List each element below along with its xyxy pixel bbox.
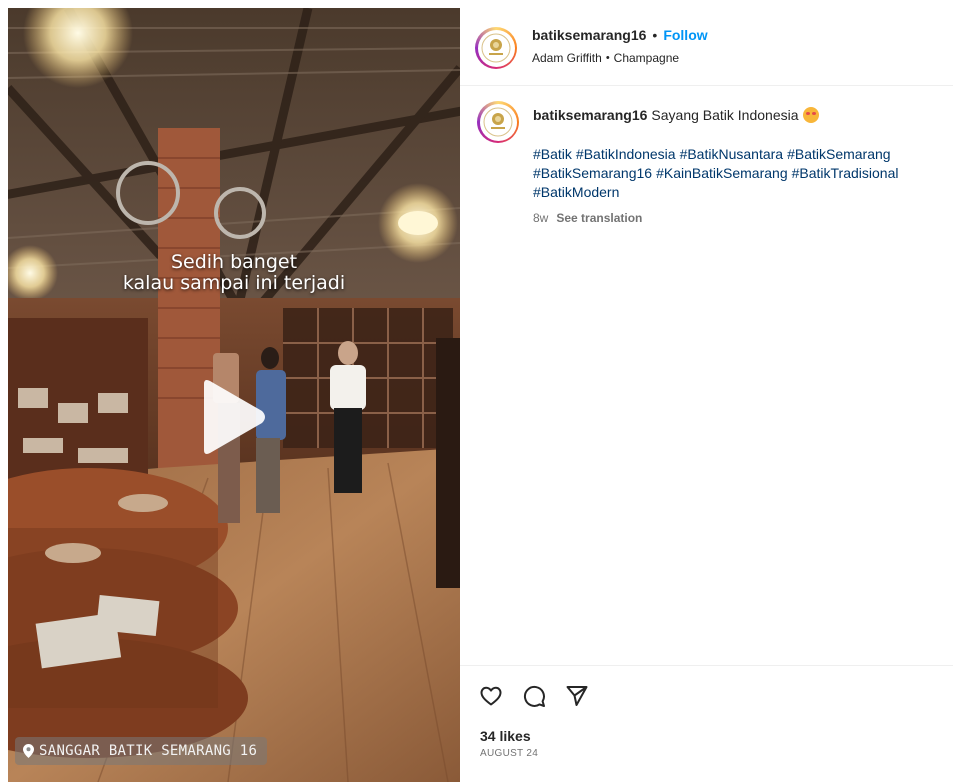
hashtag-link[interactable]: #BatikModern <box>533 184 619 200</box>
location-label: SANGGAR BATIK SEMARANG 16 <box>39 743 258 759</box>
hashtag-link[interactable]: #BatikIndonesia <box>576 146 676 162</box>
post-age: 8w <box>533 211 549 225</box>
overlay-line-2: kalau sampai ini terjadi <box>122 272 346 294</box>
header-user-row: batiksemarang16 • Follow <box>532 27 708 43</box>
see-translation-link[interactable]: See translation <box>556 211 642 225</box>
smiling-face-with-hearts-icon <box>802 107 819 123</box>
location-pin-icon <box>23 744 34 758</box>
audio-attribution[interactable]: Adam Griffith • Champagne <box>532 51 679 65</box>
overlay-line-1: Sedih banget <box>170 251 298 273</box>
hashtag-link[interactable]: #KainBatikSemarang <box>656 165 788 181</box>
caption-meta: 8w See translation <box>533 211 642 225</box>
post-header: batiksemarang16 • Follow Adam Griffith •… <box>460 0 953 86</box>
heart-icon[interactable] <box>479 684 503 708</box>
hashtag-link[interactable]: #BatikNusantara <box>680 146 784 162</box>
video-caption-overlay: Sedih banget kalau sampai ini terjadi <box>8 252 460 294</box>
caption: batiksemarang16 Sayang Batik Indonesia <box>533 106 933 124</box>
caption-username[interactable]: batiksemarang16 <box>533 107 647 123</box>
hashtag-link[interactable]: #BatikTradisional <box>792 165 899 181</box>
likes-count[interactable]: 34 likes <box>480 728 531 744</box>
separator-dot: • <box>652 27 658 43</box>
audio-artist: Adam Griffith <box>532 51 602 65</box>
share-icon[interactable] <box>565 684 589 708</box>
hashtag-list: #Batik #BatikIndonesia #BatikNusantara #Bat… <box>533 145 943 202</box>
reel-video[interactable]: Sedih banget kalau sampai ini terjadi SA… <box>8 8 460 782</box>
post-date: AUGUST 24 <box>480 748 539 759</box>
caption-avatar[interactable] <box>477 101 519 143</box>
batik-logo-icon <box>481 33 511 63</box>
post-details-panel: batiksemarang16 • Follow Adam Griffith •… <box>460 0 953 782</box>
batik-logo-icon <box>483 107 513 137</box>
hashtag-link[interactable]: #Batik <box>533 146 572 162</box>
follow-button[interactable]: Follow <box>663 27 707 43</box>
location-tag[interactable]: SANGGAR BATIK SEMARANG 16 <box>15 737 268 765</box>
play-icon[interactable] <box>196 378 268 456</box>
header-username[interactable]: batiksemarang16 <box>532 27 646 43</box>
audio-separator: • <box>605 52 610 64</box>
audio-title: Champagne <box>613 51 680 65</box>
hashtag-link[interactable]: #BatikSemarang <box>787 146 891 162</box>
action-bar: 34 likes AUGUST 24 <box>460 665 953 782</box>
caption-text: Sayang Batik Indonesia <box>651 107 799 123</box>
comment-icon[interactable] <box>522 684 546 708</box>
hashtag-link[interactable]: #BatikSemarang16 <box>533 165 652 181</box>
avatar[interactable] <box>475 27 517 69</box>
